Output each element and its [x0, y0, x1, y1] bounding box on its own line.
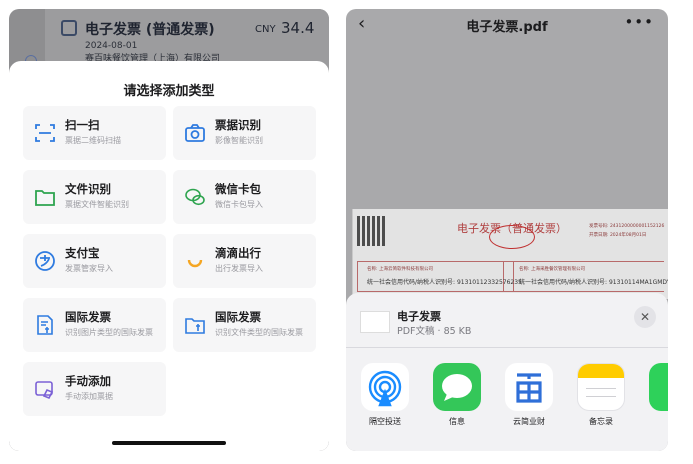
share-app-yunjian[interactable]: 云简业财 — [504, 363, 554, 427]
alipay-icon — [34, 250, 56, 272]
app-icon-partial — [649, 363, 668, 411]
qr-code — [357, 216, 387, 246]
option-label: 国际发票 — [215, 310, 261, 324]
option-scan[interactable]: 扫一扫 票据二维码扫描 — [23, 106, 166, 160]
airdrop-icon — [361, 363, 409, 411]
option-subtitle: 手动添加票据 — [65, 392, 113, 401]
sheet-title: 请选择添加类型 — [123, 84, 215, 99]
camera-icon — [184, 122, 206, 144]
pdf-nav-bar: ‹ 电子发票.pdf ••• — [346, 9, 668, 37]
invoice-meta: 发票号码: 2431200000001152126 — [589, 224, 665, 229]
invoice-meta: 开票日期: 2024年08月01日 — [589, 233, 647, 238]
invoice-date: 2024-08-01 — [85, 41, 138, 51]
option-label: 滴滴出行 — [215, 246, 261, 260]
option-subtitle: 出行发票导入 — [215, 264, 263, 273]
file-thumbnail — [360, 311, 390, 333]
divider — [346, 347, 668, 348]
app-name: 云简业财 — [513, 417, 545, 426]
option-label: 票据识别 — [215, 118, 261, 132]
option-file-ocr[interactable]: 文件识别 票据文件智能识别 — [23, 170, 166, 224]
option-label: 国际发票 — [65, 310, 111, 324]
share-app-messages[interactable]: 信息 — [432, 363, 482, 427]
option-subtitle: 识别图片类型的国际发票 — [65, 328, 153, 337]
option-alipay[interactable]: 支付宝 发票管家导入 — [23, 234, 166, 288]
option-subtitle: 微信卡包导入 — [215, 200, 263, 209]
option-label: 扫一扫 — [65, 118, 100, 132]
pdf-share-screen: ‹ 电子发票.pdf ••• 电子发票（普通发票） 发票号码: 24312000… — [346, 9, 668, 451]
option-intl-invoice-file[interactable]: 国际发票 识别文件类型的国际发票 — [173, 298, 316, 352]
red-stamp — [489, 225, 535, 249]
option-subtitle: 影像智能识别 — [215, 136, 263, 145]
option-subtitle: 票据二维码扫描 — [65, 136, 121, 145]
app-name: 隔空投送 — [369, 417, 401, 426]
folder-icon — [34, 186, 56, 208]
option-subtitle: 票据文件智能识别 — [65, 200, 129, 209]
wechat-icon — [184, 186, 206, 208]
file-name: 电子发票 — [397, 310, 441, 323]
close-icon[interactable]: ✕ — [634, 306, 656, 328]
scan-icon — [34, 122, 56, 144]
add-type-screen: 电子发票 (普通发票) CNY 34.4 2024-08-01 赛百味餐饮管理（… — [9, 9, 329, 451]
option-label: 手动添加 — [65, 374, 111, 388]
file-meta: PDF文稿 · 85 KB — [397, 326, 472, 337]
app-name: 信息 — [449, 417, 465, 426]
share-app-partial[interactable] — [648, 363, 668, 411]
intl-invoice-icon — [34, 314, 56, 336]
home-indicator[interactable] — [112, 441, 226, 445]
yunjian-icon — [505, 363, 553, 411]
more-icon[interactable]: ••• — [624, 13, 654, 31]
invoice-amount: 34.4 — [281, 19, 315, 37]
option-intl-invoice-image[interactable]: 国际发票 识别图片类型的国际发票 — [23, 298, 166, 352]
option-label: 文件识别 — [65, 182, 111, 196]
invoice-currency: CNY — [255, 24, 276, 35]
invoice-line — [357, 291, 664, 292]
pdf-title: 电子发票.pdf — [466, 20, 548, 35]
manual-add-icon — [34, 378, 56, 400]
share-app-notes[interactable]: 备忘录 — [576, 363, 626, 427]
option-subtitle: 发票管家导入 — [65, 264, 113, 273]
buyer-tax-value: 91310112332576235 — [456, 279, 522, 286]
invoice-icon — [61, 20, 77, 36]
didi-icon — [184, 250, 206, 272]
share-sheet: 电子发票 PDF文稿 · 85 KB ✕ 隔空投送 信息 云简业财 备忘录 — [346, 293, 668, 451]
option-label: 微信卡包 — [215, 182, 261, 196]
buyer-name: 名称: 上海云简软件科技有限公司 — [367, 267, 433, 272]
invoice-vline — [503, 261, 504, 291]
option-receipt-ocr[interactable]: 票据识别 影像智能识别 — [173, 106, 316, 160]
option-subtitle: 识别文件类型的国际发票 — [215, 328, 303, 337]
intl-folder-icon — [184, 314, 206, 336]
seller-tax-value: 91310114MA1GMDYA1B — [608, 279, 668, 286]
seller-name: 名称: 上海采胜餐饮管理有限公司 — [519, 267, 585, 272]
invoice-vline — [513, 261, 514, 291]
add-type-sheet: 请选择添加类型 扫一扫 票据二维码扫描 票据识别 影像智能识别 文件识别 票据文… — [9, 61, 329, 451]
invoice-vline — [357, 261, 358, 291]
app-name: 备忘录 — [589, 417, 613, 426]
invoice-item-title: 电子发票 (普通发票) — [85, 22, 215, 38]
messages-icon — [433, 363, 481, 411]
option-wechat[interactable]: 微信卡包 微信卡包导入 — [173, 170, 316, 224]
notes-icon — [577, 363, 625, 411]
invoice-line — [357, 261, 664, 262]
invoice-preview: 电子发票（普通发票） 发票号码: 2431200000001152126 开票日… — [352, 209, 668, 299]
buyer-tax-id: 统一社会信用代码/纳税人识别号: 91310112332576235 — [367, 279, 522, 286]
share-app-airdrop[interactable]: 隔空投送 — [360, 363, 410, 427]
seller-tax-id: 统一社会信用代码/纳税人识别号: 91310114MA1GMDYA1B — [519, 277, 668, 286]
option-label: 支付宝 — [65, 246, 100, 260]
option-didi[interactable]: 滴滴出行 出行发票导入 — [173, 234, 316, 288]
option-manual-add[interactable]: 手动添加 手动添加票据 — [23, 362, 166, 416]
